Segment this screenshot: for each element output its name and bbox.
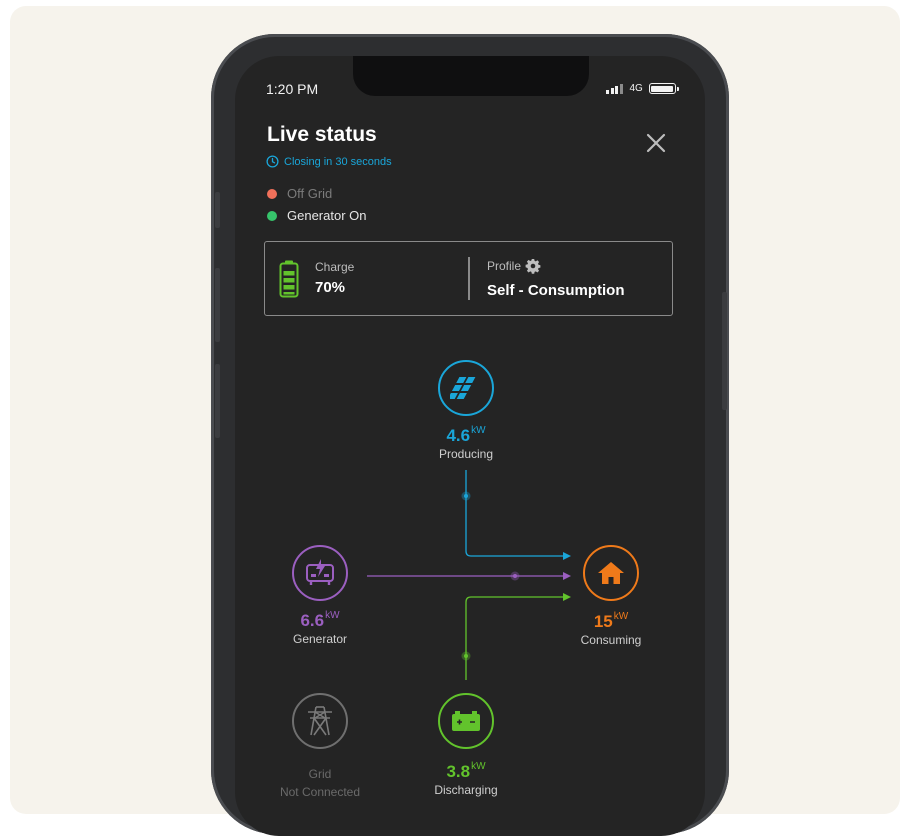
mute-switch xyxy=(215,192,220,228)
generator-node[interactable] xyxy=(292,545,348,601)
solar-node[interactable] xyxy=(438,360,494,416)
solar-caption: Producing xyxy=(438,447,494,461)
volume-down-button xyxy=(215,364,220,438)
solar-flow-arrow xyxy=(563,552,571,560)
battery-flow-arrow xyxy=(563,593,571,601)
generator-caption: Generator xyxy=(292,632,348,646)
volume-up-button xyxy=(215,268,220,342)
battery-node[interactable] xyxy=(438,693,494,749)
generator-value: 6.6kW xyxy=(300,610,340,630)
house-icon xyxy=(598,562,624,584)
home-value: 15kW xyxy=(593,611,629,631)
home-caption: Consuming xyxy=(580,633,642,647)
home-node[interactable] xyxy=(583,545,639,601)
grid-caption: Grid xyxy=(308,767,332,781)
battery-caption: Discharging xyxy=(434,783,498,797)
battery-icon xyxy=(452,711,480,731)
battery-value: 3.8kW xyxy=(446,761,486,781)
grid-status: Not Connected xyxy=(279,785,361,799)
power-tower-icon xyxy=(308,706,332,736)
power-button xyxy=(722,292,727,410)
solar-panel-icon xyxy=(450,377,476,399)
generator-flow-arrow xyxy=(563,572,571,580)
solar-flow-line xyxy=(465,470,565,557)
grid-node[interactable] xyxy=(292,693,348,749)
solar-value: 4.6kW xyxy=(446,425,486,445)
generator-icon xyxy=(306,559,334,585)
phone-screen: 1:20 PM 4G Live status Closing in 30 sec… xyxy=(235,56,705,836)
